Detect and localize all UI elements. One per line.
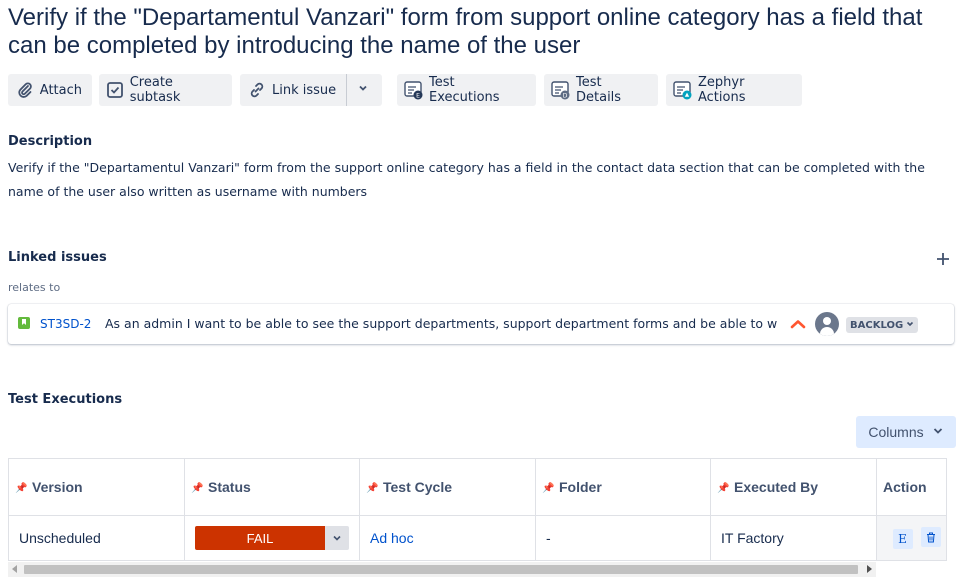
- link-relation-label: relates to: [8, 281, 61, 294]
- assignee-avatar[interactable]: [815, 312, 839, 336]
- column-label: Executed By: [734, 479, 819, 495]
- horizontal-scrollbar[interactable]: [8, 562, 876, 577]
- status-fail[interactable]: FAIL: [195, 526, 325, 550]
- zephyr-actions-button[interactable]: Zephyr Actions: [666, 74, 802, 106]
- linked-issue-key[interactable]: ST3SD-2: [40, 317, 91, 331]
- link-issue-dropdown[interactable]: [347, 74, 379, 106]
- column-header-executed-by[interactable]: 📌 Executed By: [710, 458, 877, 516]
- table-header-row: 📌 Version 📌 Status 📌 Test Cycle 📌 Folder 📌 Ex…: [8, 458, 947, 516]
- zephyr-executions-icon: E: [403, 79, 425, 101]
- pin-icon[interactable]: 📌: [191, 483, 203, 494]
- scroll-left-arrow-icon[interactable]: [12, 565, 17, 573]
- test-executions-label: Test Executions: [429, 75, 500, 105]
- column-header-test-cycle[interactable]: 📌 Test Cycle: [359, 458, 536, 516]
- attach-label: Attach: [39, 82, 82, 98]
- svg-text:D: D: [563, 92, 568, 99]
- link-issue-label: Link issue: [272, 82, 337, 98]
- column-header-action: Action: [876, 458, 947, 516]
- test-details-button[interactable]: D Test Details: [544, 74, 658, 106]
- svg-text:E: E: [416, 92, 420, 99]
- test-executions-table: 📌 Version 📌 Status 📌 Test Cycle 📌 Folder 📌 Ex…: [8, 458, 947, 561]
- pin-icon[interactable]: 📌: [717, 483, 729, 494]
- scrollbar-thumb[interactable]: [24, 565, 858, 574]
- linked-issue-summary[interactable]: As an admin I want to be able to see the…: [105, 316, 777, 331]
- cell-action: E: [876, 515, 947, 561]
- chevron-down-icon: [932, 424, 944, 440]
- add-linked-issue-icon[interactable]: [934, 250, 952, 268]
- column-label: Folder: [559, 479, 602, 495]
- table-row: Unscheduled FAIL Ad hoc - IT Factory E: [8, 515, 947, 561]
- paperclip-icon: [14, 79, 36, 101]
- zephyr-actions-label: Zephyr Actions: [698, 75, 746, 105]
- status-lozenge[interactable]: BACKLOG: [846, 317, 919, 333]
- test-executions-heading: Test Executions: [8, 392, 123, 407]
- column-label: Version: [32, 479, 83, 495]
- column-header-folder[interactable]: 📌 Folder: [535, 458, 711, 516]
- description-text: Verify if the "Departamentul Vanzari" fo…: [8, 160, 925, 199]
- attach-button[interactable]: Attach: [8, 74, 92, 106]
- column-label: Status: [208, 479, 251, 495]
- zephyr-details-icon: D: [550, 79, 572, 101]
- linked-issue-card[interactable]: ST3SD-2 As an admin I want to be able to…: [8, 304, 954, 344]
- cell-version: Unscheduled: [8, 515, 185, 561]
- zephyr-actions-icon: [672, 79, 694, 101]
- column-header-version[interactable]: 📌 Version: [8, 458, 185, 516]
- test-details-label: Test Details: [576, 75, 622, 105]
- execution-status-select[interactable]: FAIL: [195, 526, 359, 550]
- delete-icon[interactable]: [920, 527, 941, 548]
- subtask-icon: [105, 79, 126, 101]
- story-icon: [18, 317, 30, 329]
- cell-executed-by: IT Factory: [710, 515, 877, 561]
- cell-folder: -: [535, 515, 711, 561]
- link-issue-button-group: Link issue: [240, 74, 382, 106]
- status-dropdown[interactable]: [325, 526, 349, 550]
- cell-status: FAIL: [184, 515, 360, 561]
- pin-icon[interactable]: 📌: [542, 483, 554, 494]
- chevron-down-icon: [332, 530, 342, 546]
- priority-high-icon: [790, 316, 806, 335]
- create-subtask-label: Create subtask: [129, 75, 181, 105]
- column-header-status[interactable]: 📌 Status: [184, 458, 360, 516]
- scroll-right-arrow-icon[interactable]: [867, 565, 872, 573]
- pin-icon[interactable]: 📌: [366, 483, 378, 494]
- chevron-down-icon: [906, 320, 914, 331]
- chevron-down-icon: [357, 82, 369, 98]
- create-subtask-button[interactable]: Create subtask: [99, 74, 232, 106]
- linked-issues-heading: Linked issues: [8, 250, 107, 265]
- pin-icon[interactable]: 📌: [15, 483, 27, 494]
- execute-button[interactable]: E: [892, 528, 913, 549]
- columns-button[interactable]: Columns: [856, 416, 956, 448]
- description-heading: Description: [8, 134, 93, 149]
- issue-title: Verify if the "Departamentul Vanzari" fo…: [8, 4, 923, 59]
- column-label: Test Cycle: [383, 479, 452, 495]
- link-issue-button[interactable]: Link issue: [240, 74, 346, 106]
- test-cycle-link[interactable]: Ad hoc: [370, 530, 414, 546]
- columns-label: Columns: [868, 424, 924, 440]
- link-icon: [246, 79, 268, 101]
- status-label: BACKLOG: [850, 319, 904, 331]
- test-executions-button[interactable]: E Test Executions: [397, 74, 536, 106]
- cell-test-cycle: Ad hoc: [359, 515, 536, 561]
